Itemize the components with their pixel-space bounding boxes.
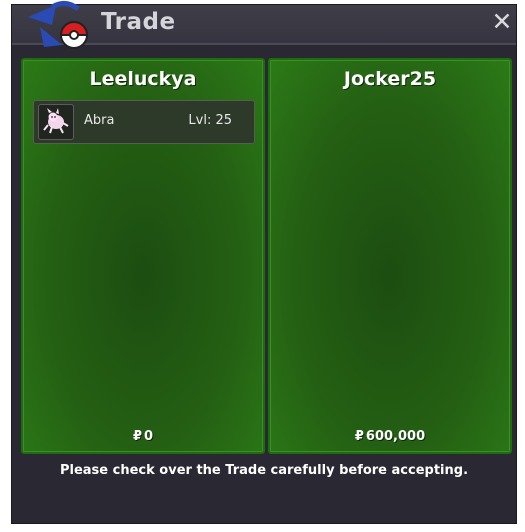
offered-money: ₽600,000	[270, 429, 510, 444]
trade-window: Trade ✕ Leeluckya Abra Lvl: 25 ₽0 Jocker…	[11, 1, 517, 524]
close-icon[interactable]: ✕	[490, 7, 514, 37]
player-name: Jocker25	[343, 68, 437, 90]
pokemon-name: Abra	[84, 113, 115, 128]
abra-sprite-icon	[38, 104, 74, 140]
pokemon-slot[interactable]: Abra Lvl: 25	[33, 100, 255, 144]
money-amount: 600,000	[365, 429, 426, 444]
window-title: Trade	[101, 9, 176, 35]
pokedollar-icon: ₽	[354, 429, 364, 444]
title-bar[interactable]: Trade ✕	[12, 1, 516, 49]
trade-notice: Please check over the Trade carefully be…	[59, 463, 469, 478]
trade-panel-right: Jocker25 ₽600,000	[268, 58, 512, 454]
pokeball-logo-icon	[28, 1, 89, 49]
player-name: Leeluckya	[89, 68, 197, 90]
trade-panel-left: Leeluckya Abra Lvl: 25 ₽0	[21, 58, 265, 454]
money-amount: 0	[144, 429, 154, 444]
offered-money: ₽0	[23, 429, 263, 444]
pokedollar-icon: ₽	[132, 429, 142, 444]
pokemon-level: Lvl: 25	[188, 113, 232, 128]
